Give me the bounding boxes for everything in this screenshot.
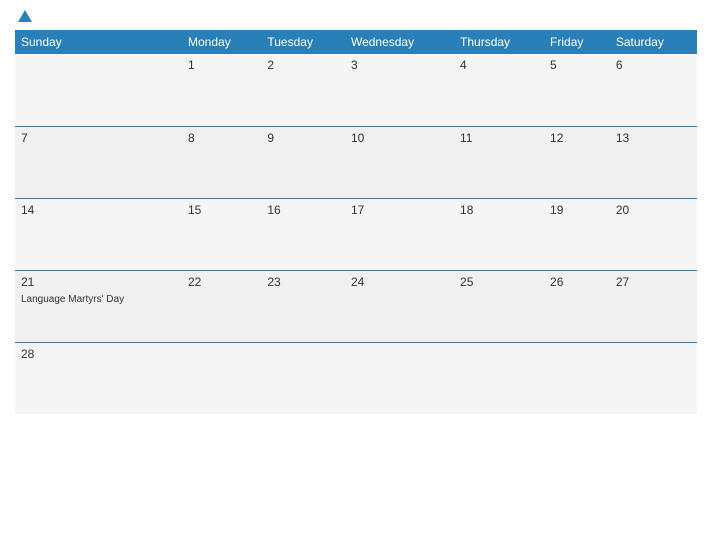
day-number: 8 (188, 131, 255, 145)
weekday-header-friday: Friday (544, 30, 610, 54)
day-number: 22 (188, 275, 255, 289)
calendar-cell: 16 (261, 198, 345, 270)
calendar-cell (454, 342, 544, 414)
calendar-header: SundayMondayTuesdayWednesdayThursdayFrid… (15, 30, 697, 54)
calendar-cell: 4 (454, 54, 544, 126)
day-number: 5 (550, 58, 604, 72)
calendar-container: SundayMondayTuesdayWednesdayThursdayFrid… (0, 0, 712, 550)
day-number: 11 (460, 131, 538, 145)
event-text: Language Martyrs' Day (21, 294, 124, 305)
calendar-cell: 22 (182, 270, 261, 342)
calendar-cell (261, 342, 345, 414)
day-number: 4 (460, 58, 538, 72)
logo-blue-area (15, 10, 32, 22)
calendar-cell (544, 342, 610, 414)
day-number: 13 (616, 131, 691, 145)
calendar-week-1: 789 10 11 12 13 (15, 126, 697, 198)
calendar-cell: 13 (610, 126, 697, 198)
calendar-table: SundayMondayTuesdayWednesdayThursdayFrid… (15, 30, 697, 414)
day-number: 20 (616, 203, 691, 217)
calendar-cell: 23 (261, 270, 345, 342)
day-number: 26 (550, 275, 604, 289)
day-number: 9 (267, 131, 339, 145)
day-number: 10 (351, 131, 448, 145)
weekday-header-tuesday: Tuesday (261, 30, 345, 54)
calendar-week-3: 21 Language Martyrs' Day 22 23 24 25 26 27 (15, 270, 697, 342)
day-number: 12 (550, 131, 604, 145)
calendar-cell: 24 (345, 270, 454, 342)
calendar-week-4: 28 (15, 342, 697, 414)
day-number: 15 (188, 203, 255, 217)
calendar-week-0: 123456 (15, 54, 697, 126)
calendar-cell (610, 342, 697, 414)
day-number: 3 (351, 58, 448, 72)
calendar-cell: 5 (544, 54, 610, 126)
day-number: 16 (267, 203, 339, 217)
calendar-cell: 9 (261, 126, 345, 198)
calendar-cell (182, 342, 261, 414)
day-number: 21 (21, 275, 176, 289)
calendar-cell: 26 (544, 270, 610, 342)
weekday-header-thursday: Thursday (454, 30, 544, 54)
calendar-cell: 15 (182, 198, 261, 270)
calendar-cell: 11 (454, 126, 544, 198)
calendar-cell: 10 (345, 126, 454, 198)
calendar-cell (345, 342, 454, 414)
day-number: 25 (460, 275, 538, 289)
weekday-header-monday: Monday (182, 30, 261, 54)
logo (15, 10, 32, 22)
calendar-cell: 2 (261, 54, 345, 126)
day-number: 18 (460, 203, 538, 217)
day-number: 17 (351, 203, 448, 217)
day-number: 14 (21, 203, 176, 217)
calendar-cell: 14 (15, 198, 182, 270)
calendar-cell: 12 (544, 126, 610, 198)
day-number: 6 (616, 58, 691, 72)
weekday-header-row: SundayMondayTuesdayWednesdayThursdayFrid… (15, 30, 697, 54)
calendar-cell: 3 (345, 54, 454, 126)
calendar-cell: 8 (182, 126, 261, 198)
calendar-cell: 27 (610, 270, 697, 342)
weekday-header-wednesday: Wednesday (345, 30, 454, 54)
calendar-cell: 6 (610, 54, 697, 126)
day-number: 2 (267, 58, 339, 72)
header (15, 10, 697, 22)
day-number: 1 (188, 58, 255, 72)
calendar-cell: 1 (182, 54, 261, 126)
logo-triangle-icon (18, 10, 32, 22)
calendar-cell: 25 (454, 270, 544, 342)
calendar-cell: 7 (15, 126, 182, 198)
day-number: 23 (267, 275, 339, 289)
calendar-cell: 28 (15, 342, 182, 414)
weekday-header-saturday: Saturday (610, 30, 697, 54)
calendar-cell: 17 (345, 198, 454, 270)
calendar-cell: 18 (454, 198, 544, 270)
calendar-body: 123456789101112131415161718192021Languag… (15, 54, 697, 414)
calendar-cell: 21 Language Martyrs' Day (15, 270, 182, 342)
day-number: 19 (550, 203, 604, 217)
weekday-header-sunday: Sunday (15, 30, 182, 54)
day-number: 7 (21, 131, 176, 145)
day-number: 28 (21, 347, 176, 361)
day-number: 24 (351, 275, 448, 289)
calendar-week-2: 14 15 16 17 18 19 20 (15, 198, 697, 270)
calendar-cell: 20 (610, 198, 697, 270)
calendar-cell: 19 (544, 198, 610, 270)
day-number: 27 (616, 275, 691, 289)
calendar-cell (15, 54, 182, 126)
